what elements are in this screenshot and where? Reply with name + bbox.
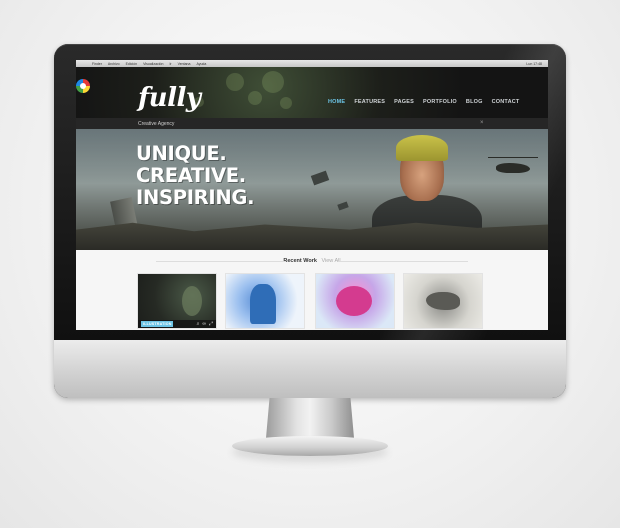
site-logo[interactable]: fully <box>138 83 201 113</box>
nav-item-pages[interactable]: PAGES <box>394 99 414 105</box>
thumb-overlay-bar: ILLUSTRATION ⌕ ∞ ⤢ <box>138 320 216 328</box>
nav-item-contact[interactable]: CONTACT <box>492 99 520 105</box>
menubar-item-ventana[interactable]: Ventana <box>178 62 191 66</box>
menubar-clock: Lun 17:48 <box>526 61 542 66</box>
screen: Finder Archivo Edición Visualización Ir … <box>76 60 548 330</box>
debris-image <box>310 170 330 186</box>
close-icon[interactable]: × <box>480 120 484 126</box>
color-wheel-icon[interactable] <box>76 79 90 93</box>
site-header: fully HOME FEATURES PAGES PORTFOLIO BLOG… <box>76 67 548 118</box>
bokeh-dot <box>248 91 262 105</box>
nav-item-portfolio[interactable]: PORTFOLIO <box>423 99 457 105</box>
menubar-item-finder[interactable]: Finder <box>92 62 102 66</box>
view-all-link[interactable]: View All <box>321 258 340 264</box>
hero-banner: UNIQUE. CREATIVE. INSPIRING. <box>76 129 548 250</box>
monitor-stand-neck <box>266 398 354 438</box>
portfolio-thumb[interactable] <box>316 274 394 328</box>
hero-headline: UNIQUE. CREATIVE. INSPIRING. <box>136 143 254 209</box>
scene: Finder Archivo Edición Visualización Ir … <box>0 0 620 528</box>
menubar-item-visualizacion[interactable]: Visualización <box>143 62 163 66</box>
menubar-item-archivo[interactable]: Archivo <box>108 62 120 66</box>
portfolio-thumb[interactable] <box>226 274 304 328</box>
menubar-item-ayuda[interactable]: Ayuda <box>196 62 206 66</box>
hero-line-1: UNIQUE. <box>136 142 227 165</box>
portfolio-thumb[interactable]: ILLUSTRATION ⌕ ∞ ⤢ <box>138 274 216 328</box>
category-badge[interactable]: ILLUSTRATION <box>141 321 174 327</box>
bokeh-dot <box>262 71 284 93</box>
monitor-chin <box>54 340 566 398</box>
bokeh-dot <box>280 97 292 109</box>
hero-figure-beanie <box>396 135 448 161</box>
tagline-bar: Creative Agency × <box>76 118 548 129</box>
search-icon[interactable]: ⌕ <box>197 321 200 327</box>
menubar-item-ir[interactable]: Ir <box>169 62 171 66</box>
thumb-image <box>336 286 372 316</box>
thumb-image <box>426 292 460 310</box>
nav-item-features[interactable]: FEATURES <box>354 99 385 105</box>
thumb-image <box>250 284 276 324</box>
recent-work-section: Recent Work View All ILLUSTRATION ⌕ ∞ ⤢ <box>76 250 548 330</box>
monitor-stand-base <box>232 436 388 456</box>
bokeh-dot <box>226 73 244 91</box>
recent-work-heading: Recent Work View All <box>76 258 548 264</box>
debris-image <box>337 201 349 211</box>
helicopter-image <box>488 157 538 173</box>
thumb-image <box>182 286 202 316</box>
recent-work-title: Recent Work <box>283 258 317 264</box>
os-menubar: Finder Archivo Edición Visualización Ir … <box>76 60 548 67</box>
nav-item-blog[interactable]: BLOG <box>466 99 483 105</box>
hero-line-2: CREATIVE. <box>136 164 246 187</box>
tagline: Creative Agency <box>138 121 175 127</box>
link-icon[interactable]: ∞ <box>202 321 206 327</box>
main-nav: HOME FEATURES PAGES PORTFOLIO BLOG CONTA… <box>328 99 520 105</box>
menubar-item-edicion[interactable]: Edición <box>126 62 137 66</box>
nav-item-home[interactable]: HOME <box>328 99 345 105</box>
portfolio-thumb[interactable] <box>404 274 482 328</box>
expand-icon[interactable]: ⤢ <box>209 321 213 327</box>
hero-line-3: INSPIRING. <box>136 186 255 209</box>
